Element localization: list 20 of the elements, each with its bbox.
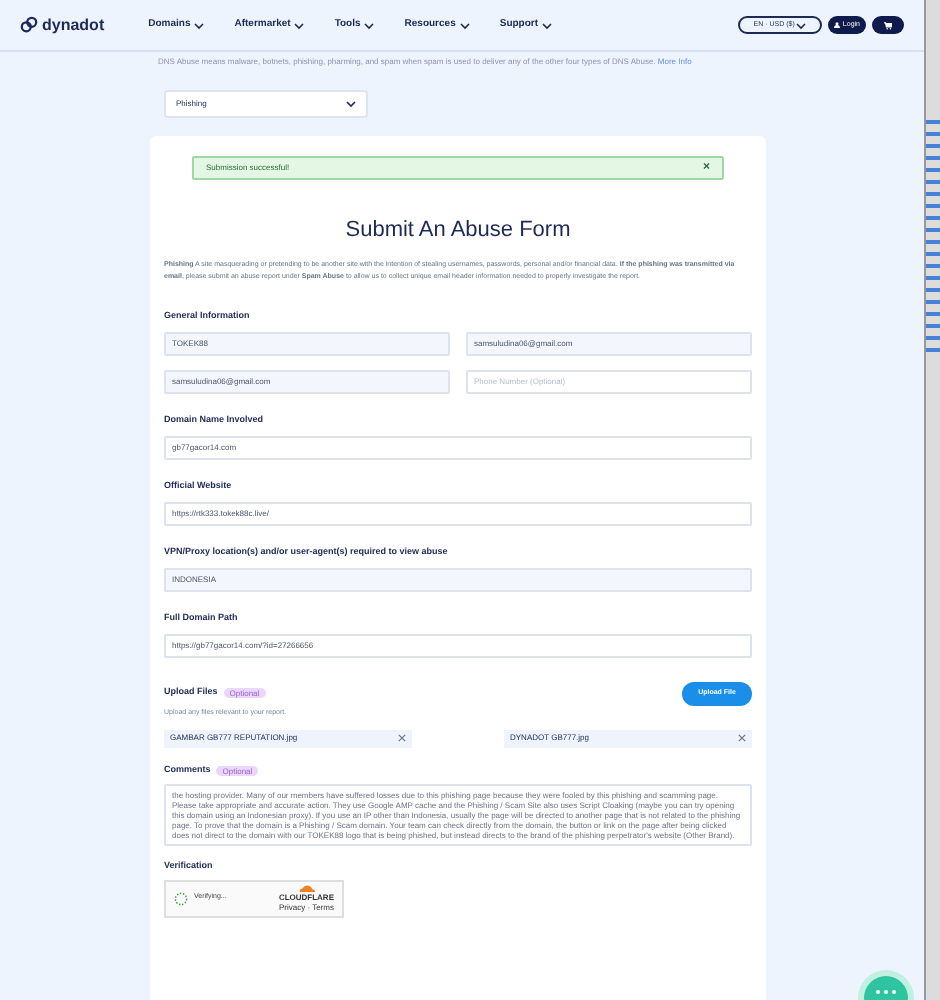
- cart-icon: [884, 21, 892, 29]
- remove-file-button[interactable]: [738, 734, 746, 743]
- cloud-icon: [297, 884, 316, 892]
- form-title: Submit An Abuse Form: [343, 216, 573, 246]
- logo-icon: [20, 16, 38, 34]
- logo-text[interactable]: dynadot: [42, 13, 105, 37]
- spinner-icon: [174, 891, 188, 905]
- close-icon: [738, 734, 746, 743]
- comments-textarea[interactable]: [164, 783, 752, 845]
- chevron-down-icon: [294, 21, 305, 29]
- remove-file-button[interactable]: [398, 734, 406, 743]
- chevron-down-icon: [542, 21, 553, 29]
- chevron-down-icon: [194, 21, 205, 29]
- chevron-down-icon: [796, 21, 807, 29]
- chevron-down-icon: [364, 21, 375, 29]
- chevron-down-icon: [459, 21, 470, 29]
- close-icon: [398, 734, 406, 743]
- cart-button[interactable]: [872, 16, 904, 34]
- user-icon: [834, 22, 841, 28]
- chevron-down-icon: [346, 100, 356, 108]
